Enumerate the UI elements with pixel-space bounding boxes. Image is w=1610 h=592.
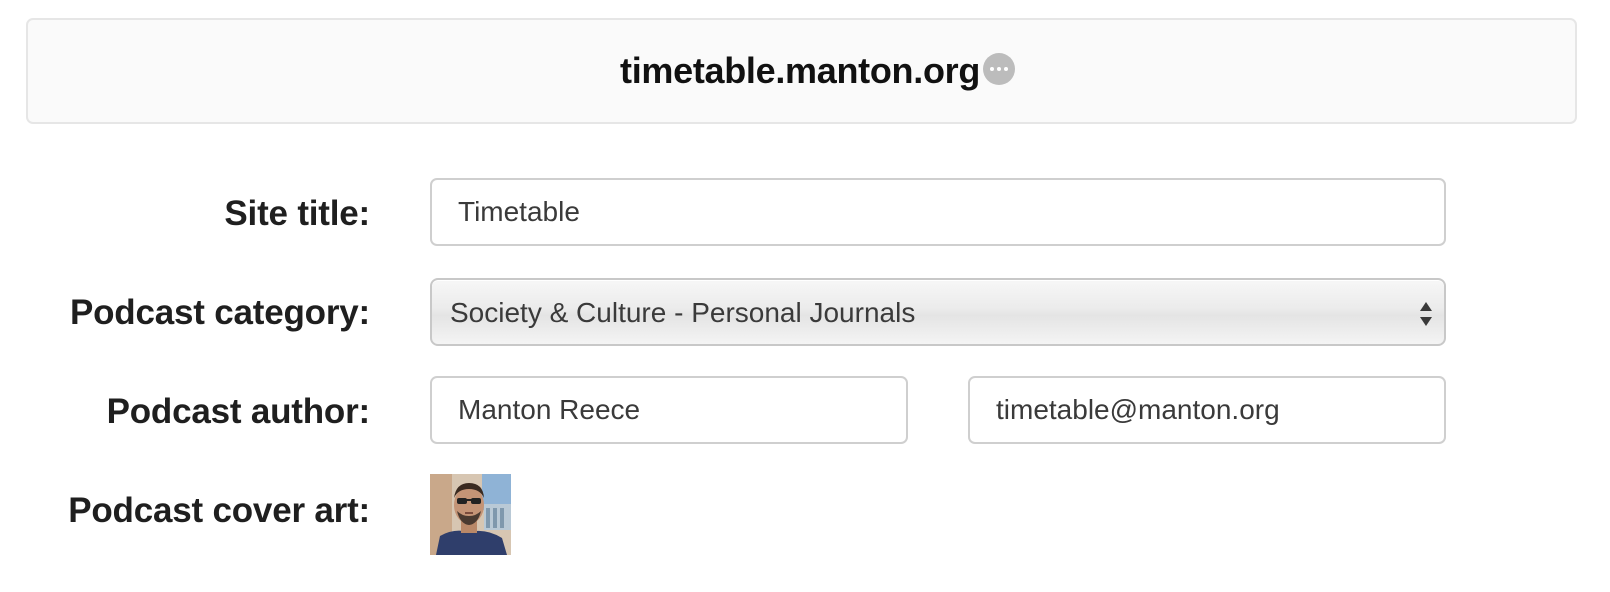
site-name: timetable.manton.org bbox=[620, 50, 981, 91]
podcast-category-value: Society & Culture - Personal Journals bbox=[450, 297, 916, 328]
ellipsis-icon[interactable] bbox=[983, 53, 1015, 85]
author-email-input[interactable] bbox=[968, 376, 1446, 444]
podcast-category-label: Podcast category: bbox=[69, 293, 370, 332]
site-header: timetable.manton.org bbox=[26, 18, 1577, 124]
site-title-input[interactable] bbox=[430, 178, 1446, 246]
cover-art-label: Podcast cover art: bbox=[68, 491, 370, 530]
author-name-input[interactable] bbox=[430, 376, 908, 444]
podcast-author-label: Podcast author: bbox=[106, 392, 371, 431]
cover-art-image[interactable] bbox=[430, 474, 511, 555]
podcast-category-select[interactable]: Society & Culture - Personal Journals bbox=[430, 278, 1446, 346]
select-arrows-icon bbox=[1420, 302, 1432, 326]
site-title-label: Site title: bbox=[224, 194, 370, 233]
